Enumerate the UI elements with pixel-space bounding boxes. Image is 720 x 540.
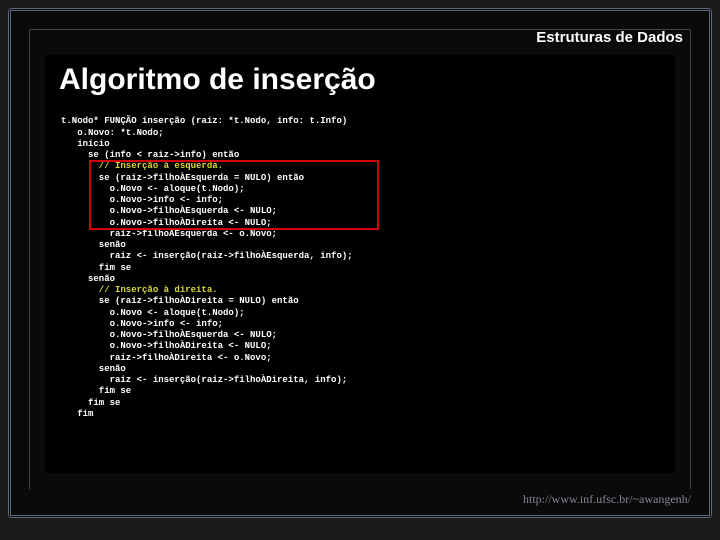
code-line: o.Novo->info <- info;: [61, 195, 223, 205]
code-line: o.Novo <- aloque(t.Nodo);: [61, 308, 245, 318]
code-line: raiz->filhoÀEsquerda <- o.Novo;: [61, 229, 277, 239]
code-comment: // Inserção à direita.: [61, 285, 218, 295]
code-line: fim: [61, 409, 93, 419]
code-line: raiz->filhoÀDireita <- o.Novo;: [61, 353, 272, 363]
code-line: se (raiz->filhoÀDireita = NULO) então: [61, 296, 299, 306]
code-line: raiz <- inserção(raiz->filhoÀEsquerda, i…: [61, 251, 353, 261]
code-line: t.Nodo* FUNÇÃO inserção (raiz: *t.Nodo, …: [61, 116, 347, 126]
code-line: o.Novo->filhoÀDireita <- NULO;: [61, 218, 272, 228]
code-line: senão: [61, 364, 126, 374]
code-line: o.Novo <- aloque(t.Nodo);: [61, 184, 245, 194]
slide-title: Algoritmo de inserção: [59, 63, 661, 97]
code-line: o.Novo->filhoÀEsquerda <- NULO;: [61, 206, 277, 216]
code-line: se (info < raiz->info) então: [61, 150, 239, 160]
code-comment: // Inserção à esquerda.: [61, 161, 223, 171]
code-line: o.Novo->info <- info;: [61, 319, 223, 329]
code-line: fim se: [61, 386, 131, 396]
code-line: o.Novo->filhoÀDireita <- NULO;: [61, 341, 272, 351]
code-line: fim se: [61, 398, 120, 408]
footer-url: http://www.inf.ufsc.br/~awangenh/: [523, 492, 691, 507]
code-block: t.Nodo* FUNÇÃO inserção (raiz: *t.Nodo, …: [59, 105, 661, 443]
slide-content: Algoritmo de inserção t.Nodo* FUNÇÃO ins…: [45, 55, 675, 473]
code-line: senão: [61, 240, 126, 250]
code-line: o.Novo->filhoÀEsquerda <- NULO;: [61, 330, 277, 340]
code-line: raiz <- inserção(raiz->filhoÀDireita, in…: [61, 375, 347, 385]
code-line: fim se: [61, 263, 131, 273]
code-line: início: [61, 139, 110, 149]
slide-frame: Estruturas de Dados Algoritmo de inserçã…: [8, 8, 712, 518]
code-line: o.Novo: *t.Nodo;: [61, 128, 164, 138]
code-line: se (raiz->filhoÀEsquerda = NULO) então: [61, 173, 304, 183]
code-line: senão: [61, 274, 115, 284]
